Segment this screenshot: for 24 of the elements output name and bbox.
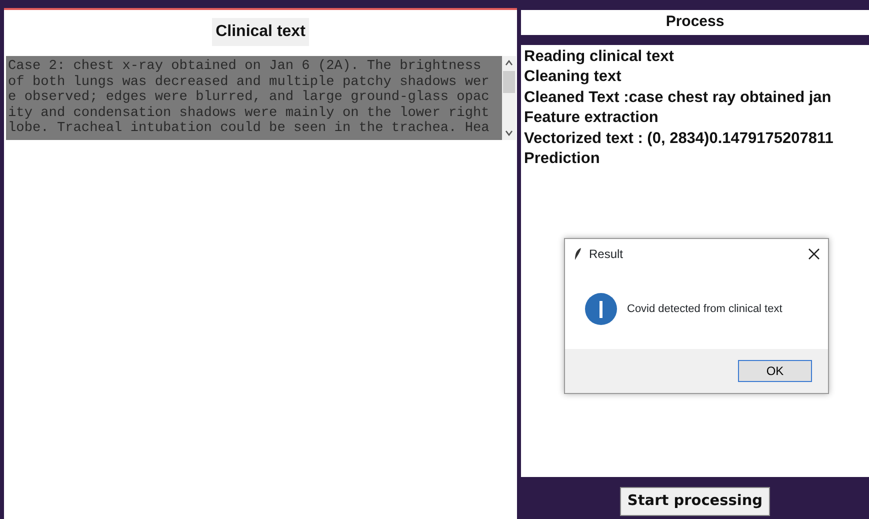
info-icon [585, 293, 617, 325]
log-line: Reading clinical text [524, 46, 675, 66]
log-line: Vectorized text : (0, 2834)0.1479175207811 [524, 128, 834, 148]
scrollbar[interactable] [502, 56, 516, 140]
log-line: Cleaning text [524, 67, 622, 87]
feather-icon [573, 247, 583, 261]
log-line: Cleaned Text :case chest ray obtained jan [524, 88, 832, 108]
clinical-text-area[interactable] [6, 56, 502, 140]
panel-title: Process [521, 10, 869, 34]
start-processing-button[interactable]: Start processing [620, 486, 770, 516]
text-line: lobe. Tracheal intubation could be seen in the trachea. Hea [8, 121, 490, 137]
scroll-thumb[interactable] [503, 71, 515, 93]
ok-button[interactable]: OK [738, 360, 812, 382]
log-line: Prediction [524, 149, 601, 169]
close-icon[interactable] [808, 248, 820, 260]
scroll-up-icon[interactable] [504, 58, 514, 68]
panel-title: Clinical text [212, 18, 310, 46]
dialog-message: Covid detected from clinical text [627, 302, 782, 317]
dialog-title: Result [589, 246, 624, 263]
text-line: Case 2: chest x-ray obtained on Jan 6 (2A). The brightness [8, 59, 482, 75]
text-line: e observed; edges were blurred, and large ground-glass opac [8, 90, 490, 106]
log-line: Feature extraction [524, 108, 660, 128]
text-line: ity and condensation shadows were mainly on the lower right [8, 106, 490, 121]
text-line: of both lungs was decreased and multiple patchy shadows wer [8, 74, 490, 90]
